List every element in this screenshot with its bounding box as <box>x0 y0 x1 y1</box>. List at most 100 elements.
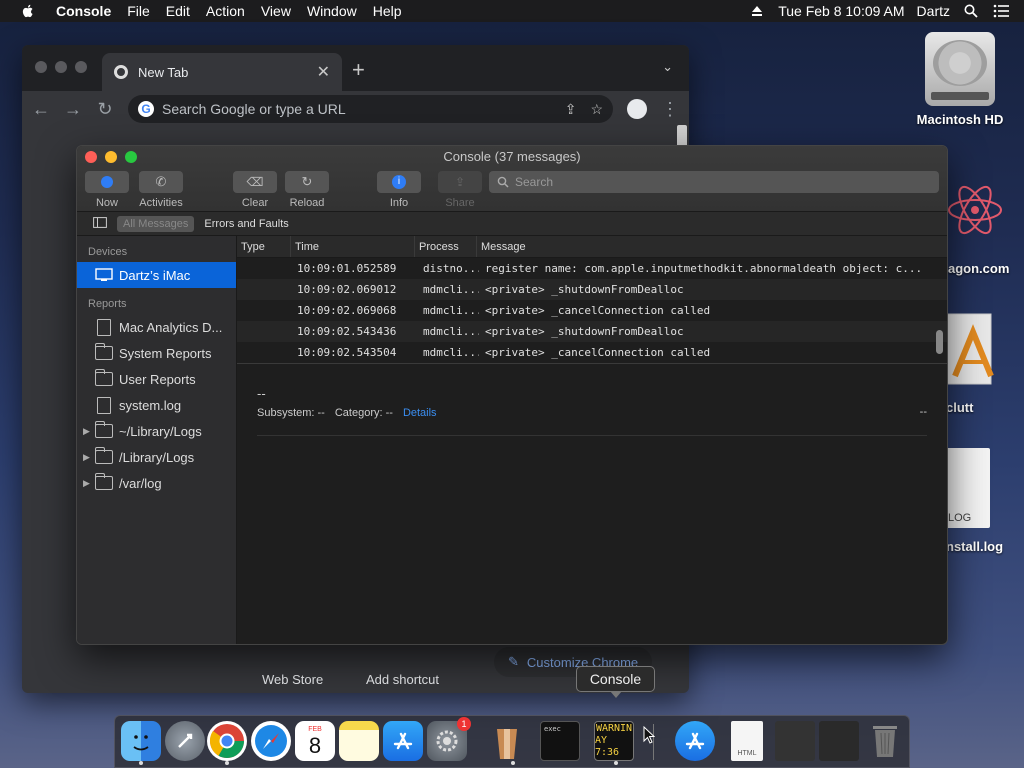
close-tab-icon[interactable]: ✕ <box>317 62 330 82</box>
chrome-icon[interactable] <box>207 721 247 761</box>
downloads-stack-icon[interactable] <box>819 721 859 761</box>
finder-icon[interactable] <box>121 721 161 761</box>
dock-tooltip: Console <box>576 666 655 698</box>
sidebar-toggle-icon[interactable] <box>93 216 107 231</box>
details-link[interactable]: Details <box>403 407 437 419</box>
table-row[interactable]: 10:09:02.543436 mdmcli... <private> _shu… <box>237 321 947 342</box>
table-row[interactable]: 10:09:01.052589 distno... register name:… <box>237 258 947 279</box>
disclosure-triangle-icon[interactable]: ▶ <box>83 426 90 437</box>
menu-window[interactable]: Window <box>299 0 365 22</box>
html-document-icon[interactable]: HTML <box>731 721 763 761</box>
clock[interactable]: Tue Feb 8 10:09 AM <box>772 0 910 22</box>
chrome-tab[interactable]: New Tab ✕ <box>102 53 342 91</box>
pencil-icon: ✎ <box>508 654 519 669</box>
column-header-type[interactable]: Type <box>237 236 291 257</box>
disclosure-triangle-icon[interactable]: ▶ <box>83 452 90 463</box>
phone-icon: ✆ <box>155 174 167 189</box>
now-button[interactable]: Now <box>85 171 129 209</box>
notification-center-icon[interactable] <box>992 2 1010 20</box>
notes-icon[interactable] <box>339 721 379 761</box>
profile-avatar-icon[interactable] <box>627 99 647 119</box>
sidebar-item-system-reports[interactable]: System Reports <box>77 340 236 366</box>
share-button[interactable]: ⇪ Share <box>438 171 482 209</box>
archive-utility-icon[interactable] <box>487 721 527 761</box>
chrome-minimize-button[interactable] <box>55 61 67 73</box>
eject-icon[interactable] <box>748 2 766 20</box>
bookmark-star-icon[interactable]: ☆ <box>590 101 603 118</box>
row-time: 10:09:02.543504 <box>297 346 397 359</box>
menu-edit[interactable]: Edit <box>158 0 198 22</box>
chrome-tab-title: New Tab <box>138 64 189 80</box>
filter-errors-faults[interactable]: Errors and Faults <box>204 218 288 230</box>
launchpad-icon[interactable] <box>165 721 205 761</box>
sidebar-item-user-library-logs[interactable]: ▶ ~/Library/Logs <box>77 418 236 444</box>
menu-file[interactable]: File <box>119 0 158 22</box>
menu-help[interactable]: Help <box>365 0 410 22</box>
safari-icon[interactable] <box>251 721 291 761</box>
table-row[interactable]: 10:09:02.069068 mdmcli... <private> _can… <box>237 300 947 321</box>
activities-button[interactable]: ✆ Activities <box>133 171 189 209</box>
table-row[interactable]: 10:09:02.069012 mdmcli... <private> _shu… <box>237 279 947 300</box>
sidebar-item-device[interactable]: Dartz’s iMac <box>77 262 236 288</box>
user-menu[interactable]: Dartz <box>911 0 956 22</box>
chrome-scrollbar[interactable] <box>677 125 687 147</box>
forward-arrow-icon[interactable]: → <box>64 100 82 118</box>
row-time: 10:09:02.069068 <box>297 304 397 317</box>
clear-button[interactable]: ⌫ Clear <box>233 171 277 209</box>
sidebar-item-var-log[interactable]: ▶ /var/log <box>77 470 236 496</box>
spotlight-search-icon[interactable] <box>962 2 980 20</box>
tab-search-chevron-icon[interactable]: ⌄ <box>662 59 673 75</box>
chrome-close-button[interactable] <box>35 61 47 73</box>
log-scrollbar-thumb[interactable] <box>936 330 943 354</box>
console-app-icon[interactable]: WARNIN AY 7:36 <box>594 721 634 761</box>
terminal-icon[interactable]: exec <box>540 721 580 761</box>
chrome-zoom-button[interactable] <box>75 61 87 73</box>
calendar-icon[interactable]: FEB 8 <box>295 721 335 761</box>
filter-all-messages[interactable]: All Messages <box>117 215 195 232</box>
app-store-icon[interactable] <box>383 721 423 761</box>
system-preferences-icon[interactable]: 1 <box>427 717 471 761</box>
trash-icon[interactable] <box>865 721 905 761</box>
sidebar-item-user-reports[interactable]: User Reports <box>77 366 236 392</box>
chrome-menu-icon[interactable]: ⋮ <box>661 100 679 118</box>
clear-label: Clear <box>241 197 269 209</box>
omnibox[interactable]: G Search Google or type a URL ⇪ ☆ <box>128 95 613 123</box>
sidebar-item-label: System Reports <box>119 345 212 361</box>
desktop-icon-macintosh-hd[interactable]: Macintosh HD <box>905 32 1015 127</box>
ntp-add-shortcut[interactable]: Add shortcut <box>366 672 439 687</box>
screenshot-stack-icon[interactable] <box>775 721 815 761</box>
installer-package-icon[interactable] <box>945 312 995 388</box>
column-header-process[interactable]: Process <box>415 236 477 257</box>
reload-icon[interactable]: ↻ <box>96 100 114 118</box>
document-icon <box>97 396 111 414</box>
table-row[interactable]: 10:09:02.543504 mdmcli... <private> _can… <box>237 342 947 363</box>
reload-button[interactable]: ↻ Reload <box>285 171 329 209</box>
column-header-message[interactable]: Message <box>477 236 947 257</box>
app-store-download-icon[interactable] <box>675 721 715 761</box>
sidebar-item-system-log[interactable]: system.log <box>77 392 236 418</box>
log-file-icon[interactable]: LOG <box>946 448 990 528</box>
menu-app-console[interactable]: Console <box>48 0 119 22</box>
atom-app-icon[interactable] <box>945 170 1005 250</box>
clear-icon: ⌫ <box>246 175 264 189</box>
apple-menu-icon[interactable] <box>20 3 36 19</box>
sidebar-item-library-logs[interactable]: ▶ /Library/Logs <box>77 444 236 470</box>
info-button[interactable]: i Info <box>377 171 421 209</box>
search-icon <box>497 176 509 188</box>
menu-view[interactable]: View <box>253 0 299 22</box>
log-file-label: LOG <box>948 512 972 524</box>
notification-badge: 1 <box>457 717 471 731</box>
share-icon[interactable]: ⇪ <box>565 101 577 118</box>
ntp-web-store[interactable]: Web Store <box>262 672 323 687</box>
search-field[interactable]: Search <box>489 171 939 193</box>
column-header-time[interactable]: Time <box>291 236 415 257</box>
hard-drive-icon <box>925 32 995 106</box>
back-arrow-icon[interactable]: ← <box>32 100 50 118</box>
chrome-favicon-icon <box>114 65 128 79</box>
sidebar-item-label: User Reports <box>119 371 196 387</box>
sidebar-item-mac-analytics[interactable]: Mac Analytics D... <box>77 314 236 340</box>
new-tab-icon[interactable]: + <box>352 57 365 83</box>
menu-action[interactable]: Action <box>198 0 253 22</box>
disclosure-triangle-icon[interactable]: ▶ <box>83 478 90 489</box>
desktop-icon-label: Macintosh HD <box>916 112 1004 127</box>
